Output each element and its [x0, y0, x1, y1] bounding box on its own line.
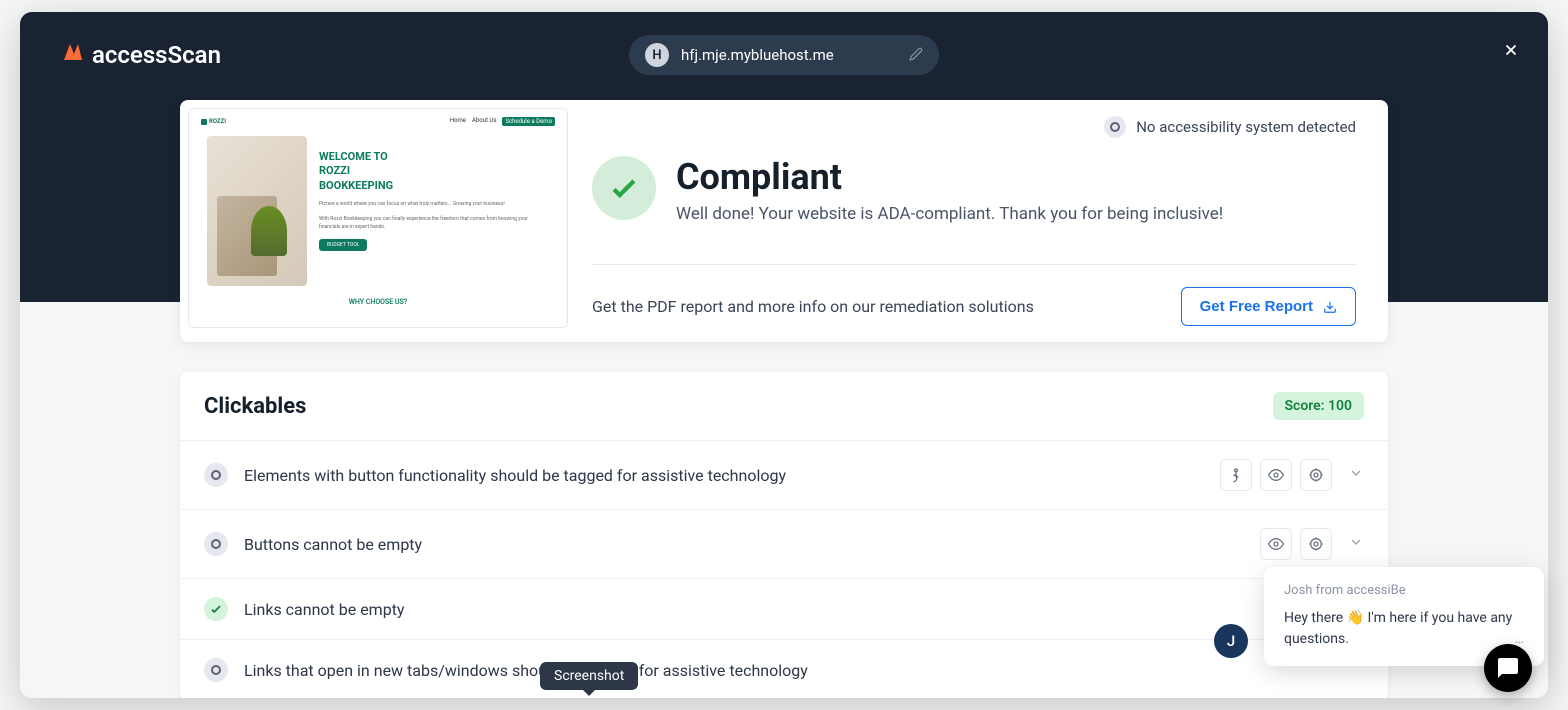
neutral-status-icon [204, 463, 228, 487]
url-text: hfj.mje.mybluehost.me [681, 46, 897, 64]
preview-footer: WHY CHOOSE US? [195, 298, 561, 306]
header-top: accessScan H hfj.mje.mybluehost.me [20, 12, 1548, 70]
chat-fab-button[interactable] [1484, 644, 1532, 692]
target-icon-button[interactable] [1300, 528, 1332, 560]
app-logo: accessScan [60, 40, 221, 70]
neutral-status-icon [204, 658, 228, 682]
chevron-down-icon[interactable] [1348, 534, 1364, 554]
chevron-down-icon[interactable] [1348, 465, 1364, 485]
report-prompt: Get the PDF report and more info on our … [592, 297, 1034, 316]
chat-from: Josh from accessiBe [1284, 583, 1524, 598]
chat-message: Hey there 👋 I'm here if you have any que… [1284, 608, 1515, 650]
detection-text: No accessibility system detected [1136, 118, 1356, 136]
eye-icon-button[interactable] [1260, 528, 1292, 560]
get-report-button[interactable]: Get Free Report [1181, 287, 1356, 326]
neutral-status-icon [204, 532, 228, 556]
preview-image [207, 136, 307, 286]
rule-row: Links that open in new tabs/windows shou… [180, 639, 1388, 698]
rule-actions [1220, 459, 1364, 491]
rule-row[interactable]: Buttons cannot be empty [180, 509, 1388, 578]
section-title: Clickables [204, 394, 306, 419]
preview-logo: ROZZI [201, 118, 226, 125]
section-clickables: Clickables Score: 100 Elements with butt… [180, 372, 1388, 698]
rule-actions [1260, 528, 1364, 560]
result-subtitle: Well done! Your website is ADA-compliant… [676, 204, 1223, 224]
status-circle-icon [1104, 116, 1126, 138]
rule-row: Links cannot be empty [180, 578, 1388, 639]
target-icon-button[interactable] [1300, 459, 1332, 491]
check-icon [204, 597, 228, 621]
eye-icon-button[interactable] [1260, 459, 1292, 491]
header: accessScan H hfj.mje.mybluehost.me [20, 12, 1548, 302]
close-button[interactable] [1502, 40, 1520, 64]
screenshot-tooltip: Screenshot [540, 662, 638, 690]
rule-text: Links that open in new tabs/windows shou… [244, 661, 1348, 680]
compliant-check-icon [592, 156, 656, 220]
result-card: ROZZI Home About Us Schedule a Demo [180, 100, 1388, 342]
logo-icon [60, 40, 84, 70]
rule-text: Links cannot be empty [244, 600, 1348, 619]
app-name: accessScan [92, 41, 221, 69]
wheelchair-icon-button[interactable] [1220, 459, 1252, 491]
url-badge: H [645, 43, 669, 67]
rule-text: Buttons cannot be empty [244, 535, 1244, 554]
result-title: Compliant [676, 156, 1223, 198]
detection-status: No accessibility system detected [592, 116, 1356, 138]
preview-nav: Home About Us Schedule a Demo [450, 117, 555, 126]
edit-url-icon[interactable] [909, 46, 923, 65]
result-area: No accessibility system detected Complia… [592, 108, 1380, 334]
url-bar[interactable]: H hfj.mje.mybluehost.me [629, 35, 939, 75]
site-preview: ROZZI Home About Us Schedule a Demo [188, 108, 568, 328]
score-badge: Score: 100 [1273, 392, 1365, 420]
preview-title: WELCOME TO ROZZI BOOKKEEPING [319, 150, 549, 193]
rule-text: Elements with button functionality shoul… [244, 466, 1204, 485]
rule-row[interactable]: Elements with button functionality shoul… [180, 440, 1388, 509]
chat-avatar: J [1214, 624, 1248, 658]
